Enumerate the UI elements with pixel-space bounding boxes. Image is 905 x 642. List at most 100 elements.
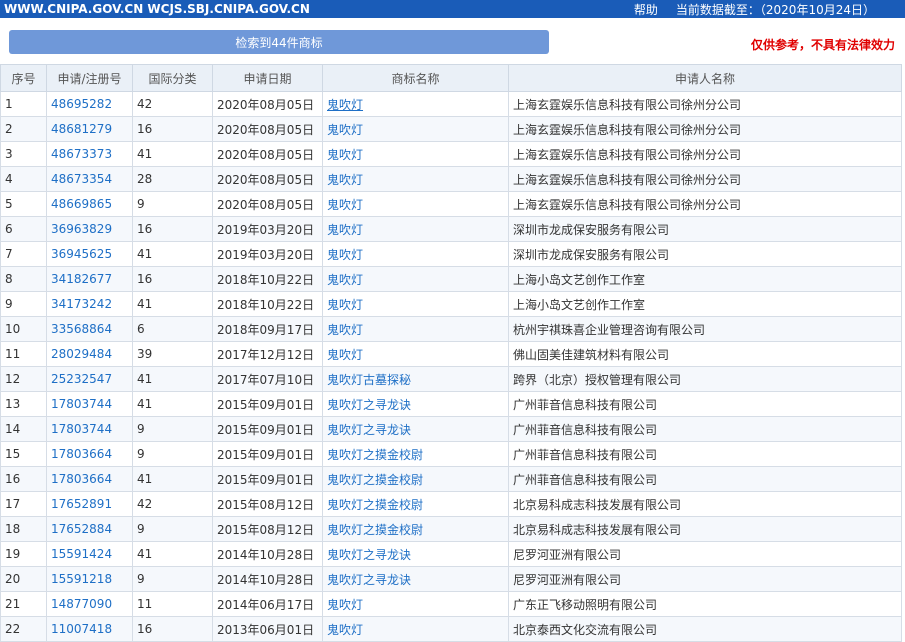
mark-name-link[interactable]: 鬼吹灯 bbox=[322, 266, 509, 292]
class-cell: 16 bbox=[132, 616, 213, 642]
table-row: 3 48673373 41 2020年08月05日 鬼吹灯 上海玄霆娱乐信息科技有限公司徐… bbox=[0, 141, 902, 167]
reg-number-link[interactable]: 14877090 bbox=[46, 591, 133, 617]
class-cell: 9 bbox=[132, 191, 213, 217]
applicant-cell: 北京泰西文化交流有限公司 bbox=[508, 616, 902, 642]
table-row: 9 34173242 41 2018年10月22日 鬼吹灯 上海小岛文艺创作工作室 bbox=[0, 291, 902, 317]
reg-number-link[interactable]: 15591424 bbox=[46, 541, 133, 567]
row-index: 21 bbox=[0, 591, 47, 617]
col-reg-no: 申请/注册号 bbox=[46, 64, 133, 92]
applicant-cell: 上海玄霆娱乐信息科技有限公司徐州分公司 bbox=[508, 191, 902, 217]
reg-number-link[interactable]: 17803664 bbox=[46, 441, 133, 467]
mark-name-link[interactable]: 鬼吹灯 bbox=[322, 141, 509, 167]
row-index: 22 bbox=[0, 616, 47, 642]
reg-number-link[interactable]: 17803664 bbox=[46, 466, 133, 492]
mark-name-link[interactable]: 鬼吹灯 bbox=[322, 316, 509, 342]
data-date: 当前数据截至：（2020年10月24日） bbox=[675, 2, 875, 17]
table-header-row: 序号 申请/注册号 国际分类 申请日期 商标名称 申请人名称 bbox=[0, 64, 902, 92]
date-cell: 2020年08月05日 bbox=[212, 141, 323, 167]
reg-number-link[interactable]: 11007418 bbox=[46, 616, 133, 642]
class-cell: 9 bbox=[132, 566, 213, 592]
date-cell: 2020年08月05日 bbox=[212, 91, 323, 117]
top-bar: WWW.CNIPA.GOV.CN WCJS.SBJ.CNIPA.GOV.CN 帮… bbox=[0, 0, 905, 18]
result-bar: 检索到44件商标 仅供参考，不具有法律效力 bbox=[0, 18, 905, 64]
date-cell: 2015年09月01日 bbox=[212, 441, 323, 467]
mark-name-link[interactable]: 鬼吹灯 bbox=[322, 341, 509, 367]
table-row: 7 36945625 41 2019年03月20日 鬼吹灯 深圳市龙成保安服务有限公司 bbox=[0, 241, 902, 267]
date-cell: 2015年09月01日 bbox=[212, 391, 323, 417]
row-index: 15 bbox=[0, 441, 47, 467]
row-index: 18 bbox=[0, 516, 47, 542]
row-index: 13 bbox=[0, 391, 47, 417]
mark-name-link[interactable]: 鬼吹灯之摸金校尉 bbox=[322, 516, 509, 542]
reg-number-link[interactable]: 34182677 bbox=[46, 266, 133, 292]
reg-number-link[interactable]: 48681279 bbox=[46, 116, 133, 142]
reg-number-link[interactable]: 48669865 bbox=[46, 191, 133, 217]
reg-number-link[interactable]: 36963829 bbox=[46, 216, 133, 242]
mark-name-link[interactable]: 鬼吹灯 bbox=[322, 241, 509, 267]
date-cell: 2018年10月22日 bbox=[212, 291, 323, 317]
class-cell: 11 bbox=[132, 591, 213, 617]
reg-number-link[interactable]: 36945625 bbox=[46, 241, 133, 267]
applicant-cell: 深圳市龙成保安服务有限公司 bbox=[508, 216, 902, 242]
reg-number-link[interactable]: 25232547 bbox=[46, 366, 133, 392]
date-cell: 2014年10月28日 bbox=[212, 541, 323, 567]
mark-name-link[interactable]: 鬼吹灯之摸金校尉 bbox=[322, 466, 509, 492]
col-mark: 商标名称 bbox=[322, 64, 509, 92]
class-cell: 9 bbox=[132, 516, 213, 542]
mark-name-link[interactable]: 鬼吹灯 bbox=[322, 191, 509, 217]
mark-name-link[interactable]: 鬼吹灯之寻龙诀 bbox=[322, 566, 509, 592]
mark-name-link[interactable]: 鬼吹灯之摸金校尉 bbox=[322, 441, 509, 467]
reg-number-link[interactable]: 17803744 bbox=[46, 391, 133, 417]
reg-number-link[interactable]: 17652884 bbox=[46, 516, 133, 542]
row-index: 12 bbox=[0, 366, 47, 392]
applicant-cell: 深圳市龙成保安服务有限公司 bbox=[508, 241, 902, 267]
mark-name-link[interactable]: 鬼吹灯之寻龙诀 bbox=[322, 416, 509, 442]
mark-name-link[interactable]: 鬼吹灯 bbox=[322, 91, 509, 117]
date-cell: 2014年10月28日 bbox=[212, 566, 323, 592]
table-row: 2 48681279 16 2020年08月05日 鬼吹灯 上海玄霆娱乐信息科技有限公司徐… bbox=[0, 116, 902, 142]
reg-number-link[interactable]: 33568864 bbox=[46, 316, 133, 342]
mark-name-link[interactable]: 鬼吹灯 bbox=[322, 616, 509, 642]
mark-name-link[interactable]: 鬼吹灯之摸金校尉 bbox=[322, 491, 509, 517]
table-row: 5 48669865 9 2020年08月05日 鬼吹灯 上海玄霆娱乐信息科技有限公司徐州… bbox=[0, 191, 902, 217]
mark-name-link[interactable]: 鬼吹灯之寻龙诀 bbox=[322, 541, 509, 567]
mark-name-link[interactable]: 鬼吹灯 bbox=[322, 291, 509, 317]
reg-number-link[interactable]: 15591218 bbox=[46, 566, 133, 592]
table-row: 1 48695282 42 2020年08月05日 鬼吹灯 上海玄霆娱乐信息科技有限公司徐… bbox=[0, 91, 902, 117]
row-index: 19 bbox=[0, 541, 47, 567]
mark-name-link[interactable]: 鬼吹灯 bbox=[322, 216, 509, 242]
applicant-cell: 广州菲音信息科技有限公司 bbox=[508, 441, 902, 467]
reg-number-link[interactable]: 17803744 bbox=[46, 416, 133, 442]
help-link[interactable]: 帮助 bbox=[634, 1, 658, 18]
class-cell: 41 bbox=[132, 466, 213, 492]
mark-name-link[interactable]: 鬼吹灯古墓探秘 bbox=[322, 366, 509, 392]
row-index: 2 bbox=[0, 116, 47, 142]
reg-number-link[interactable]: 48695282 bbox=[46, 91, 133, 117]
reg-number-link[interactable]: 17652891 bbox=[46, 491, 133, 517]
mark-name-link[interactable]: 鬼吹灯 bbox=[322, 166, 509, 192]
reg-number-link[interactable]: 48673354 bbox=[46, 166, 133, 192]
mark-name-text[interactable]: 鬼吹灯 bbox=[327, 98, 363, 112]
date-cell: 2018年10月22日 bbox=[212, 266, 323, 292]
class-cell: 42 bbox=[132, 491, 213, 517]
mark-name-link[interactable]: 鬼吹灯之寻龙诀 bbox=[322, 391, 509, 417]
class-cell: 41 bbox=[132, 291, 213, 317]
applicant-cell: 广州菲音信息科技有限公司 bbox=[508, 466, 902, 492]
reg-number-link[interactable]: 28029484 bbox=[46, 341, 133, 367]
date-cell: 2013年06月01日 bbox=[212, 616, 323, 642]
col-applicant: 申请人名称 bbox=[508, 64, 902, 92]
reg-number-link[interactable]: 48673373 bbox=[46, 141, 133, 167]
row-index: 11 bbox=[0, 341, 47, 367]
reg-number-link[interactable]: 34173242 bbox=[46, 291, 133, 317]
row-index: 20 bbox=[0, 566, 47, 592]
site-url: WWW.CNIPA.GOV.CN WCJS.SBJ.CNIPA.GOV.CN bbox=[4, 2, 310, 16]
result-count-button[interactable]: 检索到44件商标 bbox=[9, 30, 549, 54]
row-index: 17 bbox=[0, 491, 47, 517]
applicant-cell: 广州菲音信息科技有限公司 bbox=[508, 391, 902, 417]
table-row: 21 14877090 11 2014年06月17日 鬼吹灯 广东正飞移动照明有限公司 bbox=[0, 591, 902, 617]
mark-name-link[interactable]: 鬼吹灯 bbox=[322, 591, 509, 617]
mark-name-link[interactable]: 鬼吹灯 bbox=[322, 116, 509, 142]
class-cell: 41 bbox=[132, 366, 213, 392]
class-cell: 6 bbox=[132, 316, 213, 342]
row-index: 3 bbox=[0, 141, 47, 167]
